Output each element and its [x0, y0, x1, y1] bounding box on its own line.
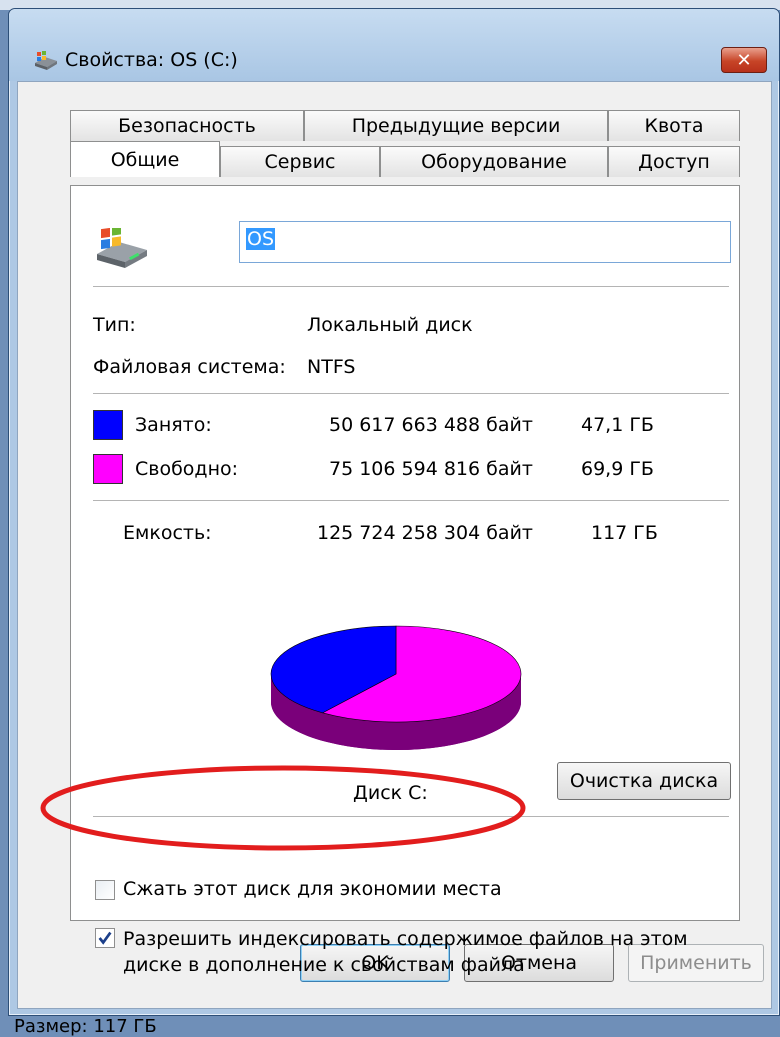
used-bytes: 50 617 663 488 байт	[329, 414, 533, 436]
free-bytes: 75 106 594 816 байт	[329, 458, 533, 480]
tab-sharing[interactable]: Доступ	[608, 146, 740, 177]
close-button[interactable]: ✕	[721, 47, 767, 73]
type-label: Тип:	[93, 314, 136, 336]
index-label-line1: Разрешить индексировать содержимое файло…	[123, 928, 688, 950]
properties-dialog: Свойства: OS (C:) ✕ Безопасность Предыду…	[8, 8, 780, 1016]
disk-usage-pie	[270, 625, 522, 750]
background-size-text: Размер: 117 ГБ	[14, 1016, 157, 1037]
index-checkbox[interactable]	[95, 928, 115, 948]
type-value: Локальный диск	[307, 314, 473, 336]
title-bar: Свойства: OS (C:) ✕	[9, 9, 779, 81]
free-label: Свободно:	[135, 458, 239, 480]
used-gb: 47,1 ГБ	[581, 414, 654, 436]
divider	[93, 286, 729, 287]
divider	[93, 500, 729, 501]
checkmark-icon	[98, 931, 112, 945]
tab-general[interactable]: Общие	[70, 141, 220, 177]
annotation-ellipse	[40, 765, 526, 851]
tab-previous-versions[interactable]: Предыдущие версии	[304, 110, 608, 141]
tab-quota[interactable]: Квота	[608, 110, 740, 141]
capacity-bytes: 125 724 258 304 байт	[317, 522, 533, 544]
disk-cleanup-button[interactable]: Очистка диска	[557, 762, 731, 800]
window-title: Свойства: OS (C:)	[65, 49, 238, 71]
volume-name-selection: OS	[246, 228, 276, 250]
drive-icon	[35, 51, 57, 70]
used-label: Занято:	[135, 414, 212, 436]
compress-label: Сжать этот диск для экономии места	[123, 878, 502, 900]
index-label-line2: диске в дополнение к свойствам файла	[123, 954, 525, 976]
capacity-label: Емкость:	[123, 522, 212, 544]
filesystem-value: NTFS	[307, 356, 356, 378]
close-icon: ✕	[736, 49, 752, 71]
used-space-swatch	[93, 410, 123, 440]
dialog-client-area: Безопасность Предыдущие версии Квота Общ…	[17, 81, 772, 1009]
divider	[93, 393, 729, 394]
free-gb: 69,9 ГБ	[581, 458, 654, 480]
capacity-gb: 117 ГБ	[591, 522, 658, 544]
local-disk-icon	[97, 228, 147, 268]
tab-security[interactable]: Безопасность	[70, 110, 304, 141]
filesystem-label: Файловая система:	[93, 356, 286, 378]
free-space-swatch	[93, 454, 123, 484]
tab-hardware[interactable]: Оборудование	[380, 146, 608, 177]
tab-tools[interactable]: Сервис	[220, 146, 380, 177]
volume-name-input[interactable]: OS	[239, 221, 731, 263]
compress-checkbox[interactable]	[95, 880, 115, 900]
